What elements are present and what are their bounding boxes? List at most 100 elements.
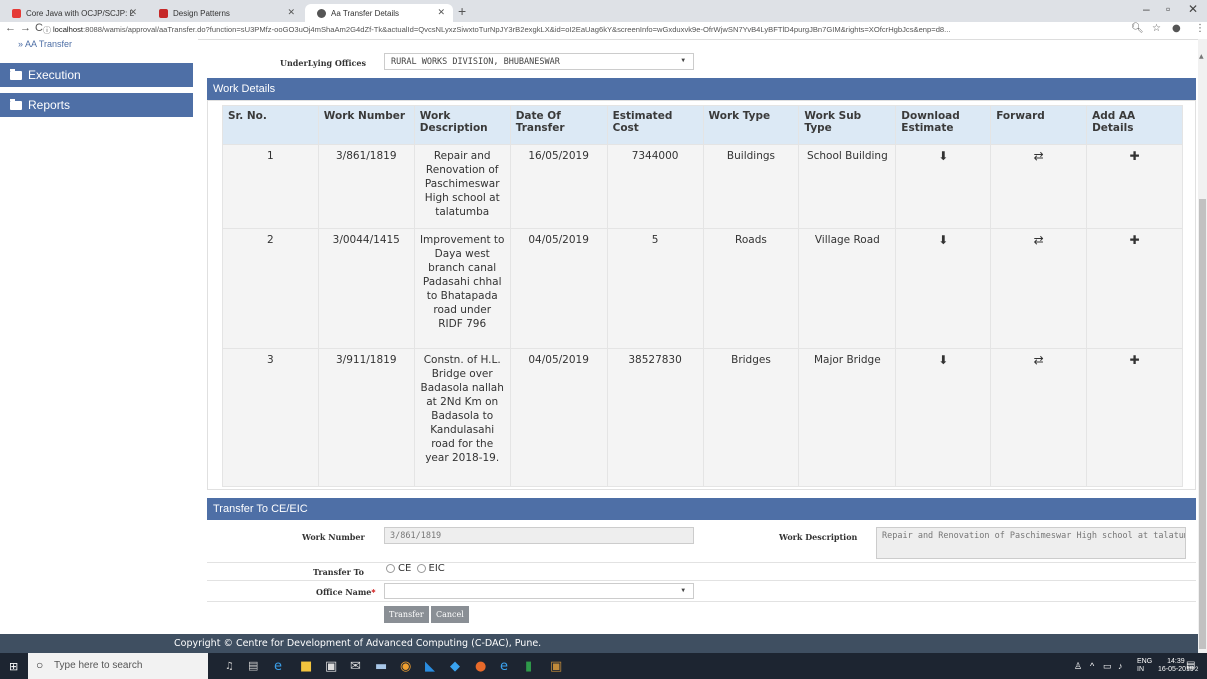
back-button[interactable]: ←	[5, 22, 16, 34]
windows-start-icon[interactable]: ⊞	[9, 660, 18, 673]
language-indicator[interactable]: ENG IN	[1137, 658, 1152, 674]
volume-icon[interactable]: ♪	[1118, 661, 1123, 671]
app-icon[interactable]: ◆	[450, 659, 460, 674]
transfer-icon[interactable]: ⇄	[1034, 233, 1044, 247]
app-icon[interactable]: ▬	[375, 659, 387, 674]
plus-icon[interactable]: ✚	[1130, 149, 1140, 163]
cell-date: 16/05/2019	[509, 144, 608, 229]
address-bar: ← → C ⓘ localhost:8088/wamis/approval/aa…	[0, 22, 1207, 40]
table-row: 1 3/861/1819 Repair and Renovation of Pa…	[222, 144, 1183, 229]
forward-button[interactable]: →	[20, 22, 31, 34]
col-add-aa-details: Add AA Details	[1086, 105, 1183, 145]
cell-number: 3/911/1819	[317, 348, 415, 487]
forward-cell: ⇄	[990, 228, 1088, 349]
work-description-field[interactable]: Repair and Renovation of Paschimeswar Hi…	[876, 527, 1186, 559]
col-download-estimate: Download Estimate	[895, 105, 992, 145]
transfer-icon[interactable]: ⇄	[1034, 353, 1044, 367]
url-field[interactable]: localhost:8088/wamis/approval/aaTransfer…	[53, 25, 1113, 34]
download-icon[interactable]: ⬇	[938, 149, 948, 163]
close-window-button[interactable]: ✕	[1188, 2, 1198, 16]
people-icon[interactable]: ♙	[1074, 661, 1082, 672]
sidebar-item-label: Execution	[28, 68, 81, 82]
office-name-select[interactable]: ▼	[384, 583, 694, 599]
work-number-label: Work Number	[302, 532, 365, 542]
download-estimate-cell: ⬇	[895, 228, 992, 349]
ie-icon[interactable]: e	[500, 659, 508, 674]
table-row: 2 3/0044/1415 Improvement to Daya west b…	[222, 228, 1183, 349]
cell-number: 3/0044/1415	[317, 228, 415, 349]
add-aa-cell: ✚	[1086, 228, 1183, 349]
underlying-offices-select[interactable]: RURAL WORKS DIVISION, BHUBANESWAR ▼	[384, 53, 694, 70]
table-row: 3 3/911/1819 Constn. of H.L. Bridge over…	[222, 348, 1183, 487]
col-date-of-transfer: Date Of Transfer	[509, 105, 608, 145]
work-number-field[interactable]: 3/861/1819	[384, 527, 694, 544]
app-icon[interactable]: ◣	[425, 659, 435, 674]
page-scrollbar[interactable]: ▲	[1198, 39, 1207, 653]
url-host: localhost	[53, 25, 83, 34]
footer: Copyright © Centre for Development of Ad…	[0, 634, 1198, 653]
firefox-icon[interactable]: ●	[475, 659, 486, 674]
radio-ce[interactable]	[386, 563, 395, 573]
cell-sr: 2	[222, 228, 319, 349]
reload-button[interactable]: C	[35, 22, 43, 34]
col-work-number: Work Number	[317, 105, 415, 145]
info-icon[interactable]: ⓘ	[43, 25, 51, 36]
work-details-header: Work Details	[207, 78, 1196, 100]
cell-cost: 38527830	[606, 348, 704, 487]
microphone-icon[interactable]: ♫	[225, 661, 234, 672]
cell-description: Constn. of H.L. Bridge over Badasola nal…	[413, 348, 511, 487]
scrollbar-thumb[interactable]	[1199, 199, 1206, 649]
url-path: :8088/wamis/approval/aaTransfer.do?funct…	[82, 25, 951, 34]
new-tab-button[interactable]: +	[458, 3, 466, 19]
add-aa-cell: ✚	[1086, 348, 1183, 487]
store-icon[interactable]: ▣	[325, 659, 337, 674]
taskbar-search[interactable]: ○ Type here to search	[28, 653, 208, 679]
transfer-title: Transfer To CE/EIC	[213, 503, 308, 515]
transfer-header: Transfer To CE/EIC	[207, 498, 1196, 520]
work-description-label: Work Description	[779, 532, 858, 542]
tab-design-patterns[interactable]: Design Patterns ✕	[147, 4, 303, 22]
zoom-icon[interactable]: 🔍︎	[1131, 23, 1144, 34]
profile-icon[interactable]: ●	[1172, 23, 1181, 34]
plus-icon[interactable]: ✚	[1130, 353, 1140, 367]
download-icon[interactable]: ⬇	[938, 353, 948, 367]
copyright-text: Copyright © Centre for Development of Ad…	[174, 638, 542, 649]
download-icon[interactable]: ⬇	[938, 233, 948, 247]
edge-icon[interactable]: e	[274, 659, 282, 674]
cell-sr: 3	[222, 348, 319, 487]
scroll-up-icon[interactable]: ▲	[1199, 53, 1204, 60]
transfer-button[interactable]: Transfer	[384, 606, 429, 623]
menu-icon[interactable]: ⋮	[1195, 23, 1205, 34]
cell-date: 04/05/2019	[509, 228, 608, 349]
star-icon[interactable]: ☆	[1152, 23, 1161, 34]
sidebar-item-execution[interactable]: Execution	[0, 63, 193, 89]
clock-time: 14:39	[1167, 658, 1185, 665]
app-icon[interactable]: ▮	[525, 659, 532, 674]
close-tab-icon[interactable]: ✕	[287, 7, 295, 18]
work-details-title: Work Details	[213, 83, 276, 95]
chrome-icon[interactable]: ◉	[400, 659, 411, 674]
tray-chevron-icon[interactable]: ^	[1090, 661, 1094, 671]
task-view-icon[interactable]: ▤	[248, 659, 258, 672]
app-icon[interactable]: ▣	[550, 659, 562, 674]
cell-description: Improvement to Daya west branch canal Pa…	[413, 228, 511, 349]
sidebar-item-aa-transfer[interactable]: » AA Transfer	[18, 39, 72, 51]
network-icon[interactable]: ▭	[1103, 661, 1112, 672]
tab-core-java[interactable]: Core Java with OCJP/SCJP: L ✕	[0, 4, 145, 22]
cancel-button[interactable]: Cancel	[431, 606, 469, 623]
plus-icon[interactable]: ✚	[1130, 233, 1140, 247]
radio-eic[interactable]	[416, 563, 426, 573]
close-tab-icon[interactable]: ✕	[437, 7, 445, 18]
maximize-button[interactable]: ▫	[1166, 2, 1170, 16]
file-explorer-icon[interactable]: ■	[300, 659, 312, 674]
tab-aa-transfer[interactable]: Aa Transfer Details ✕	[305, 4, 453, 22]
sidebar-item-reports[interactable]: Reports	[0, 93, 193, 119]
lang-top: ENG	[1137, 658, 1153, 665]
col-work-description: Work Description	[413, 105, 511, 145]
cell-date: 04/05/2019	[509, 348, 608, 487]
mail-icon[interactable]: ✉	[350, 659, 361, 674]
download-estimate-cell: ⬇	[895, 348, 992, 487]
minimize-button[interactable]: –	[1143, 2, 1150, 16]
transfer-icon[interactable]: ⇄	[1034, 149, 1044, 163]
close-tab-icon[interactable]: ✕	[129, 7, 137, 18]
